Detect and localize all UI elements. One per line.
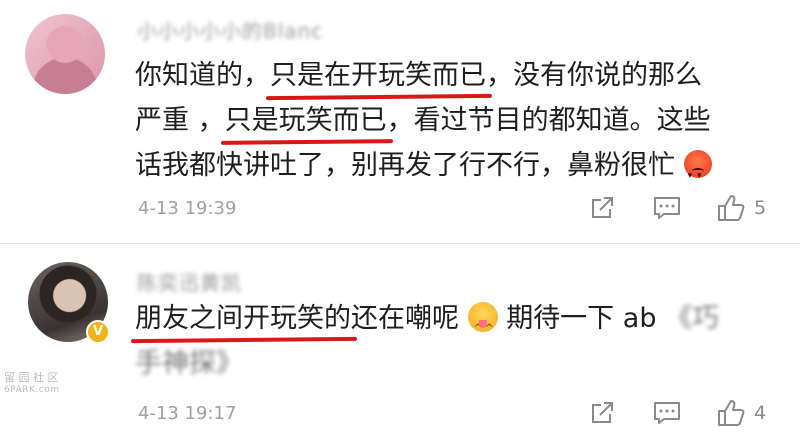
text-segment: 还在嘲呢 — [351, 303, 459, 334]
underlined-segment: 朋友之间开玩笑的 — [135, 296, 351, 341]
share-icon — [592, 197, 613, 218]
like-button[interactable]: 4 — [716, 397, 766, 429]
comment-button[interactable] — [652, 397, 682, 429]
verified-badge: V — [86, 320, 110, 344]
text-segment: 期待一下 ab — [506, 303, 657, 334]
text-segment: 话我都快讲吐了，别再发了行不行，鼻粉很忙 — [135, 150, 675, 181]
angry-emoji-icon — [683, 150, 712, 199]
watermark: 留 园 社 区 6PARK.com — [4, 372, 59, 396]
username[interactable]: 陈奕迅黄凯 — [137, 267, 242, 296]
watermark-line: 留 园 社 区 — [4, 371, 59, 384]
comment-icon — [654, 197, 680, 219]
comment-text: 朋友之间开玩笑的还在嘲呢 期待一下 ab 《巧 手神探》 — [135, 296, 719, 386]
share-button[interactable] — [588, 192, 616, 224]
watermark-line: 6PARK.com — [4, 385, 60, 395]
yum-emoji-icon — [467, 302, 498, 351]
text-segment: 你知道的， — [135, 60, 270, 91]
underlined-segment: 只是玩笑而已 — [225, 98, 387, 143]
blurred-text[interactable]: 《巧 — [665, 303, 719, 334]
text-segment: ，看过节目的都知道。这些 — [386, 105, 711, 136]
comment-item: 陈奕迅黄凯 朋友之间开玩笑的还在嘲呢 期待一下 ab 《巧 手神探》 4-13 … — [0, 243, 800, 447]
share-button[interactable] — [588, 397, 616, 429]
timestamp: 4-13 19:39 — [138, 198, 237, 219]
like-icon — [718, 400, 745, 426]
timestamp: 4-13 19:17 — [138, 403, 237, 424]
blurred-text[interactable]: 手神探》 — [135, 348, 243, 379]
like-count: 4 — [754, 402, 767, 424]
username[interactable]: 小小小小小的Blanc — [137, 15, 323, 44]
underlined-segment: 只是在开玩笑而已 — [270, 53, 486, 98]
like-button[interactable]: 5 — [716, 192, 766, 224]
like-count: 5 — [754, 197, 767, 219]
avatar[interactable] — [25, 14, 105, 94]
comment-text: 你知道的，只是在开玩笑而已，没有你说的那么 严重 ，只是玩笑而已，看过节目的都知… — [135, 53, 712, 199]
like-icon — [718, 195, 745, 221]
comment-icon — [654, 402, 680, 424]
share-icon — [592, 402, 613, 423]
divider — [0, 243, 800, 244]
text-segment: ，没有你说的那么 — [486, 60, 702, 91]
text-segment: 严重 ， — [135, 105, 225, 136]
comment-button[interactable] — [652, 192, 682, 224]
comment-item: 小小小小小的Blanc 你知道的，只是在开玩笑而已，没有你说的那么 严重 ，只是… — [0, 0, 800, 243]
